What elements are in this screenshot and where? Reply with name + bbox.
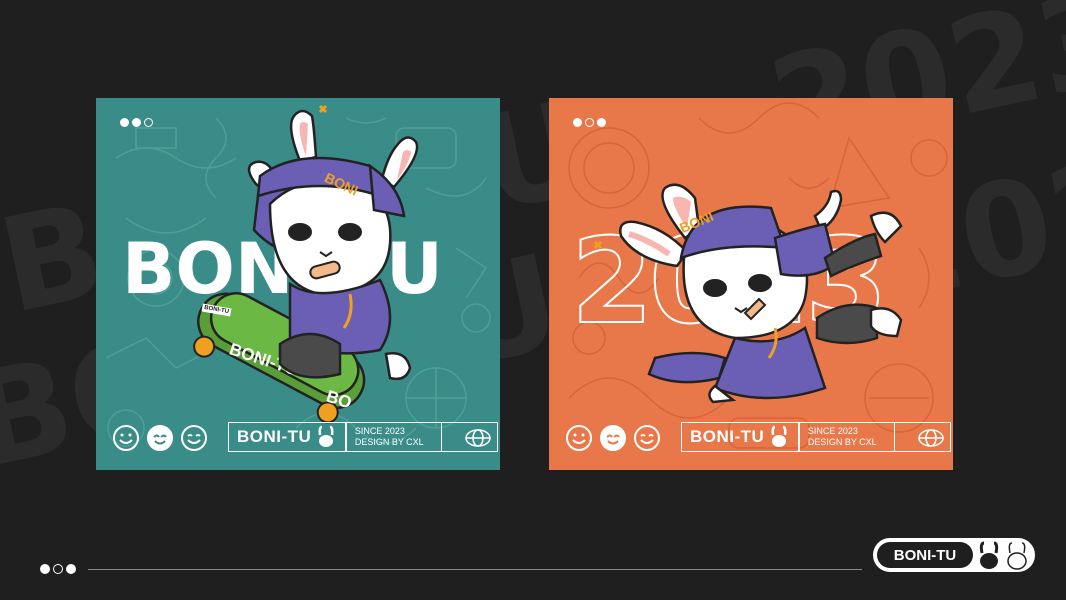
globe-icon <box>918 429 944 447</box>
divider <box>440 422 443 452</box>
bunny-outline-icon <box>1007 542 1027 570</box>
divider <box>893 422 896 452</box>
dot-filled <box>132 118 141 127</box>
smiley-icons <box>565 424 661 452</box>
brand-badge-label: BONI-TU <box>877 542 973 568</box>
dot-filled <box>40 564 50 574</box>
page-indicator-dots <box>40 564 76 574</box>
since-label: SINCE 2023 <box>354 426 405 436</box>
bunny-skater-illustration <box>247 104 419 381</box>
poster-card-orange: 2023 BONI BONI-TU <box>549 98 953 470</box>
dot-outline <box>144 118 153 127</box>
design-label: DESIGN BY CXL <box>807 437 877 447</box>
brand-badge: BONI-TU <box>873 538 1035 572</box>
card-dots <box>573 118 606 127</box>
brand-box: BONI-TU SINCE 2023 DESIGN BY CXL <box>681 422 951 452</box>
card-dots <box>120 118 153 127</box>
bunny-head-icon <box>318 425 334 447</box>
design-label: DESIGN BY CXL <box>354 437 424 447</box>
dot-outline <box>53 564 63 574</box>
smiley-icon <box>181 425 207 451</box>
card-footer: BONI-TU SINCE 2023 DESIGN BY CXL <box>112 422 498 456</box>
dot-outline <box>585 118 594 127</box>
globe-icon <box>465 429 491 447</box>
poster-card-teal: BONI-TU BONI-TU BONI-TU BO BONI BONI-TU … <box>96 98 500 470</box>
dot-filled <box>597 118 606 127</box>
smiley-icon <box>634 425 660 451</box>
card-footer: BONI-TU SINCE 2023 DESIGN BY CXL <box>565 422 951 456</box>
brand-label: BONI-TU <box>237 427 312 446</box>
since-text: SINCE 2023 DESIGN BY CXL <box>800 426 894 448</box>
footer-divider-line <box>88 569 862 570</box>
since-text: SINCE 2023 DESIGN BY CXL <box>347 426 441 448</box>
smiley-icon <box>113 425 139 451</box>
smiley-filled-icon <box>147 425 173 451</box>
bunny-head-icon <box>771 425 787 447</box>
brand-box: BONI-TU SINCE 2023 DESIGN BY CXL <box>228 422 498 452</box>
bunny-breakdancer-illustration <box>593 183 903 404</box>
dot-filled <box>120 118 129 127</box>
smiley-icon <box>566 425 592 451</box>
bunny-black-icon <box>979 541 999 569</box>
smiley-filled-icon <box>600 425 626 451</box>
dot-filled <box>573 118 582 127</box>
smiley-icons <box>112 424 208 452</box>
since-label: SINCE 2023 <box>807 426 858 436</box>
dot-filled <box>66 564 76 574</box>
brand-label: BONI-TU <box>690 427 765 446</box>
